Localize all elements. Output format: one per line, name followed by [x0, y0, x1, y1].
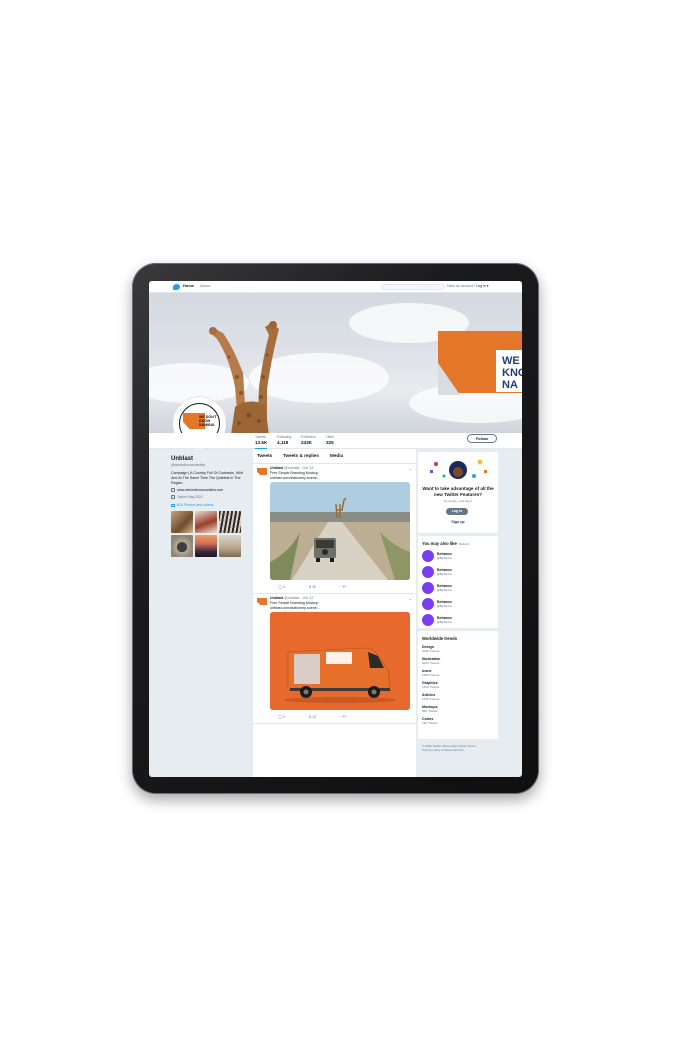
profile-bio: Campaign | A Country Full Of Contrasts, …	[171, 471, 243, 485]
avatar	[422, 598, 434, 610]
like-icon[interactable]: ♡ 97	[339, 715, 353, 719]
photo-thumb[interactable]	[171, 511, 193, 534]
photos-videos-link[interactable]: 824 Photos and videos	[171, 503, 249, 507]
tweet-avatar[interactable]	[257, 598, 267, 605]
tweet-actions: ◯ 4 ⇅ 12 ♡ 97	[278, 715, 353, 719]
trend-item[interactable]: Articles 163K Tweets	[422, 693, 494, 701]
tweet-image-van[interactable]	[270, 612, 410, 710]
tweet-header: Unblast @unblast · Oct 12	[270, 596, 314, 600]
avatar	[422, 550, 434, 562]
tweet[interactable]: Unblast @unblast · Oct 14 ⌄ Free Simple …	[253, 464, 416, 594]
trends-title: Worldwide trends	[422, 636, 458, 641]
banner-text: WE KNO NA	[502, 355, 522, 391]
stat-tweets[interactable]: Tweets 13.6K	[255, 435, 268, 449]
tab-tweets-replies[interactable]: Tweets & replies	[283, 453, 319, 458]
photo-thumb[interactable]	[219, 535, 241, 558]
trends-card: Worldwide trends Design 491K Tweets Illus…	[418, 631, 498, 739]
stat-following[interactable]: Following 4,118	[277, 435, 291, 445]
photo-grid	[171, 511, 249, 558]
reply-icon[interactable]: ◯ 4	[278, 585, 293, 589]
photo-thumb[interactable]	[171, 535, 193, 558]
tweet-image-safari[interactable]	[270, 482, 410, 580]
tweet-header: Unblast @unblast · Oct 14	[270, 466, 314, 470]
tab-media[interactable]: Media	[330, 453, 343, 458]
trend-item[interactable]: Icons 160K Tweets	[422, 669, 494, 677]
avatar	[422, 582, 434, 594]
tweet[interactable]: Unblast @unblast · Oct 12 ⌄ Free Simple …	[253, 594, 416, 724]
login-button[interactable]: Log in	[446, 508, 468, 515]
photo-icon	[171, 503, 175, 507]
trend-item[interactable]: Illustration 300K Tweets	[422, 657, 494, 665]
you-may-like-card: You may also like Refresh Behance @Behance…	[418, 536, 498, 628]
chevron-down-icon[interactable]: ⌄	[409, 596, 412, 601]
screen: Home About Have an account? Log in ▾ WE …	[149, 281, 522, 777]
profile-website[interactable]: www.wedontknownamibia.com	[171, 488, 249, 493]
avatar	[422, 614, 434, 626]
promo-subtitle: It's simple - just log in	[443, 499, 473, 503]
follow-button[interactable]: Follow	[467, 434, 497, 443]
account-prompt: Have an account? Log in ▾	[447, 284, 488, 288]
tweet-avatar[interactable]	[257, 468, 267, 475]
chevron-down-icon[interactable]: ⌄	[409, 466, 412, 471]
reply-icon[interactable]: ◯ 4	[278, 715, 293, 719]
suggested-account[interactable]: Behance @Behance	[422, 550, 494, 562]
photo-thumb[interactable]	[195, 535, 217, 558]
avatar	[422, 566, 434, 578]
profile-name: Unblast	[171, 456, 194, 462]
right-sidebar: Want to take advantage of all the new Tw…	[418, 452, 498, 755]
you-may-like-title: You may also like Refresh	[422, 541, 470, 546]
profile-sidebar: Unblast @wedontknownamibia Campaign | A …	[171, 456, 249, 558]
suggested-account[interactable]: Behance @Behance	[422, 614, 494, 626]
calendar-icon	[171, 495, 175, 500]
tweet-text: Free Simple Branding Mockup unblast.com/…	[270, 601, 320, 610]
tab-tweets[interactable]: Tweets	[257, 453, 272, 458]
timeline-tabs: Tweets Tweets & replies Media	[253, 449, 416, 464]
tweet-text: Free Simple Branding Mockup unblast.com/…	[270, 471, 320, 480]
suggested-account[interactable]: Behance @Behance	[422, 582, 494, 594]
profile-joined: Joined May 2021	[171, 495, 249, 500]
suggested-account[interactable]: Behance @Behance	[422, 598, 494, 610]
trend-item[interactable]: Mockups 90K Tweets	[422, 705, 494, 713]
promo-title: Want to take advantage of all the new Tw…	[422, 486, 494, 497]
twitter-bird-icon[interactable]	[173, 284, 180, 290]
profile-nav: Tweets 13.6K Following 4,118 Followers 243K…	[149, 433, 522, 449]
suggested-account[interactable]: Behance @Behance	[422, 566, 494, 578]
link-icon	[171, 488, 175, 493]
photo-thumb[interactable]	[195, 511, 217, 534]
avatar-logo-text: WE DON'T KNOW NAMIBIA	[199, 415, 217, 428]
promo-illustration	[424, 456, 492, 482]
tweet-actions: ◯ 4 ⇅ 50 ♡ 97	[278, 585, 353, 589]
nav-home[interactable]: Home	[183, 283, 194, 288]
photo-thumb[interactable]	[219, 511, 241, 534]
search-input[interactable]	[381, 284, 445, 290]
trend-item[interactable]: Design 491K Tweets	[422, 645, 494, 653]
retweet-icon[interactable]: ⇅ 50	[309, 585, 323, 589]
like-icon[interactable]: ♡ 97	[339, 585, 353, 589]
footer-links[interactable]: © 2019 Twitter About Help Center Terms P…	[418, 742, 498, 755]
nav-about[interactable]: About	[200, 283, 210, 288]
retweet-icon[interactable]: ⇅ 12	[309, 715, 323, 719]
timeline: Tweets Tweets & replies Media Unblast @u…	[253, 449, 416, 777]
stat-likes[interactable]: Likes 325	[326, 435, 334, 445]
refresh-link[interactable]: Refresh	[459, 542, 470, 546]
signup-link[interactable]: Sign up	[418, 520, 498, 524]
top-nav: Home About Have an account? Log in ▾	[149, 281, 522, 293]
account-prompt-text: Have an account?	[447, 284, 476, 288]
stat-followers[interactable]: Followers 243K	[301, 435, 316, 445]
login-promo-card: Want to take advantage of all the new Tw…	[418, 452, 498, 533]
trend-item[interactable]: Colors 74K Tweets	[422, 717, 494, 725]
profile-handle: @wedontknownamibia	[171, 463, 206, 467]
login-link[interactable]: Log in ▾	[476, 284, 488, 288]
trend-item[interactable]: Graphics 145K Tweets	[422, 681, 494, 689]
